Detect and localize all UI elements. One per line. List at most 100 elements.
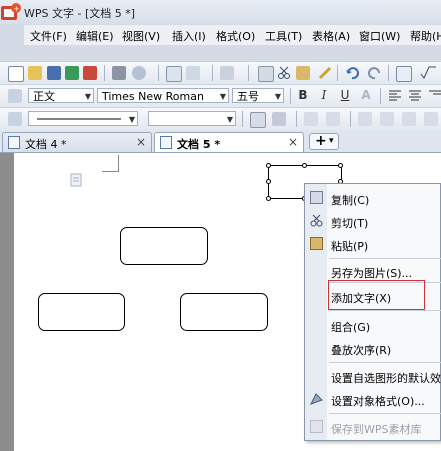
new-document-icon[interactable]: [8, 66, 24, 82]
style-value: 正文: [33, 90, 55, 103]
menu-item-group[interactable]: 组合(G): [331, 319, 370, 335]
underline-button[interactable]: U: [337, 88, 353, 103]
drawing-toolbar: ▼ ▼: [0, 107, 441, 131]
arrange-icon[interactable]: [358, 112, 372, 126]
svg-text:+: +: [14, 5, 20, 13]
menu-insert[interactable]: 插入(I): [172, 28, 206, 44]
menu-item-save-as-image[interactable]: 另存为图片(S)...: [331, 265, 412, 281]
chevron-down-icon: ▼: [226, 115, 233, 124]
chevron-down-icon: ▼: [219, 92, 226, 101]
paste-icon[interactable]: [296, 66, 310, 80]
font-select[interactable]: Times New Roman ▼: [97, 88, 229, 103]
menu-separator: [329, 362, 441, 363]
menu-item-order[interactable]: 叠放次序(R): [331, 342, 391, 358]
menu-help[interactable]: 帮助(H: [410, 28, 441, 44]
line-style-select[interactable]: ▼: [28, 111, 138, 126]
line-style-icon[interactable]: [8, 112, 22, 126]
rounded-rectangle-shape[interactable]: [180, 293, 268, 331]
tab-document-4[interactable]: 文档 4 * ×: [2, 132, 152, 152]
fill-icon[interactable]: [272, 112, 286, 126]
style-select[interactable]: 正文 ▼: [28, 88, 94, 103]
format-object-icon: [309, 392, 323, 405]
wps-logo-icon[interactable]: +: [0, 2, 24, 24]
resize-handle[interactable]: [338, 163, 343, 168]
font-value: Times New Roman: [102, 90, 204, 103]
menu-separator: [329, 258, 441, 259]
redo-icon[interactable]: [368, 66, 382, 80]
copy-icon[interactable]: [258, 66, 274, 82]
margin-mark: [102, 155, 119, 172]
spellcheck-icon[interactable]: [166, 66, 182, 82]
menu-item-format-object[interactable]: 设置对象格式(O)...: [331, 393, 425, 409]
paste-icon: [310, 237, 323, 250]
align-left-icon[interactable]: [388, 89, 402, 103]
new-tab-button[interactable]: + ▾: [309, 133, 339, 150]
tab-document-5[interactable]: 文档 5 * ×: [154, 132, 304, 152]
context-menu: 复制(C) 剪切(T) 粘贴(P) 另存为图片(S)... 添加文字(X) 组合…: [304, 183, 441, 441]
styles-icon[interactable]: [8, 89, 22, 103]
window-title: WPS 文字 - [文档 5 *]: [24, 7, 136, 20]
italic-button[interactable]: I: [316, 88, 332, 103]
open-folder-icon[interactable]: [28, 66, 42, 80]
dash-style-select[interactable]: ▼: [148, 111, 236, 126]
menu-item-set-default[interactable]: 设置自选图形的默认效果: [331, 370, 441, 386]
border-icon[interactable]: [250, 112, 266, 128]
reading-mode-icon[interactable]: [186, 66, 200, 80]
menu-item-copy[interactable]: 复制(C): [331, 192, 369, 208]
align-center-icon[interactable]: [408, 89, 422, 103]
menu-tools[interactable]: 工具(T): [265, 28, 302, 44]
menu-item-cut[interactable]: 剪切(T): [331, 215, 368, 231]
align-right-icon[interactable]: [428, 89, 441, 103]
scissors-icon[interactable]: [277, 66, 291, 80]
tab-label: 文档 5 *: [177, 138, 221, 151]
menu-view[interactable]: 视图(V): [122, 28, 160, 44]
menu-table[interactable]: 表格(A): [312, 28, 350, 44]
table-icon[interactable]: [396, 66, 412, 82]
formula-icon[interactable]: [420, 66, 436, 80]
print-icon[interactable]: [112, 66, 126, 80]
close-icon[interactable]: ×: [288, 135, 298, 149]
standard-toolbar: [0, 61, 441, 84]
menu-edit[interactable]: 编辑(E): [76, 28, 114, 44]
resize-handle[interactable]: [266, 179, 271, 184]
3d-icon[interactable]: [326, 112, 340, 126]
menu-file[interactable]: 文件(F): [30, 28, 67, 44]
menu-item-paste[interactable]: 粘贴(P): [331, 238, 368, 254]
formatting-toolbar: 正文 ▼ Times New Roman ▼ 五号 ▼ B I U A: [0, 84, 441, 107]
chevron-down-icon: ▼: [84, 92, 91, 101]
font-color-button[interactable]: A: [358, 88, 374, 103]
wrap-icon[interactable]: [380, 112, 394, 126]
menu-item-add-text[interactable]: 添加文字(X): [331, 290, 391, 306]
shadow-icon[interactable]: [304, 112, 318, 126]
more-icon[interactable]: [424, 112, 438, 126]
menu-bar: 文件(F) 编辑(E) 视图(V) 插入(I) 格式(O) 工具(T) 表格(A…: [24, 25, 441, 45]
resize-handle[interactable]: [266, 196, 271, 201]
print-preview-icon[interactable]: [132, 66, 146, 80]
font-size-select[interactable]: 五号 ▼: [232, 88, 284, 103]
library-icon: [310, 420, 323, 433]
brush-icon[interactable]: [318, 66, 332, 80]
menu-window[interactable]: 窗口(W): [359, 28, 400, 44]
pdf-icon[interactable]: [83, 66, 97, 80]
rounded-rectangle-shape[interactable]: [38, 293, 125, 331]
save-icon[interactable]: [47, 66, 61, 80]
export-icon[interactable]: [65, 66, 79, 80]
chevron-down-icon: ▼: [274, 92, 281, 101]
rotate-icon[interactable]: [402, 112, 416, 126]
menu-separator: [329, 310, 441, 311]
menu-item-save-to-library[interactable]: 保存到WPS素材库: [331, 421, 422, 437]
menu-format[interactable]: 格式(O): [216, 28, 255, 44]
resize-handle[interactable]: [302, 163, 307, 168]
scissors-icon: [310, 214, 323, 227]
resize-handle[interactable]: [266, 163, 271, 168]
close-icon[interactable]: ×: [136, 135, 146, 149]
bold-button[interactable]: B: [295, 88, 311, 103]
line-preview-icon: [37, 118, 121, 120]
document-icon: [160, 136, 172, 149]
chevron-down-icon: ▾: [329, 136, 334, 146]
document-icon: [8, 136, 20, 149]
rounded-rectangle-shape[interactable]: [120, 227, 208, 265]
undo-icon[interactable]: [345, 66, 359, 80]
format-painter-icon[interactable]: [220, 66, 234, 80]
tab-label: 文档 4 *: [25, 138, 67, 151]
